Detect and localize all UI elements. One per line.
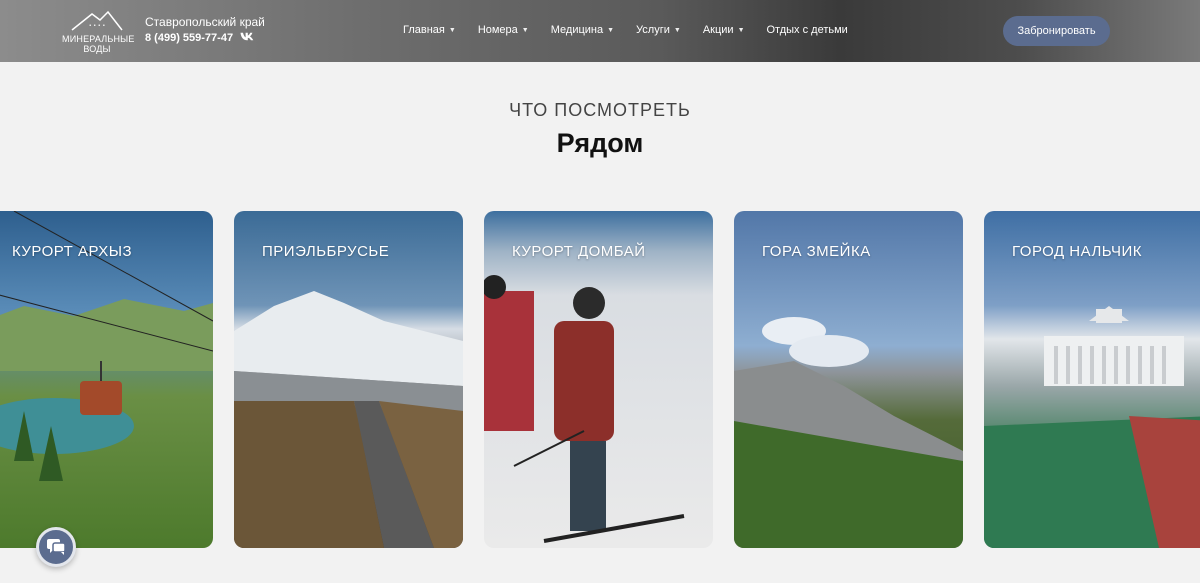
green-mountain-image xyxy=(734,317,963,548)
nav-label: Медицина xyxy=(550,24,604,36)
nav-label: Услуги xyxy=(636,24,670,36)
logo-line2: ВОДЫ xyxy=(83,44,111,54)
logo-line1: МИНЕРАЛЬНЫЕ xyxy=(62,34,135,44)
vk-icon[interactable] xyxy=(240,32,254,44)
chevron-down-icon: ▼ xyxy=(607,26,615,34)
chevron-down-icon: ▼ xyxy=(737,26,745,34)
chat-icon xyxy=(47,539,66,555)
snow-mountain-road-image xyxy=(234,291,463,548)
nav-label: Номера xyxy=(477,24,518,36)
site-header: • • • • МИНЕРАЛЬНЫЕ ВОДЫ Ставропольский … xyxy=(0,0,1200,62)
nav-item-rooms[interactable]: Номера ▼ xyxy=(478,24,529,36)
book-button[interactable]: Забронировать xyxy=(1003,16,1110,46)
chevron-down-icon: ▼ xyxy=(673,26,681,34)
nav-item-medicine[interactable]: Медицина ▼ xyxy=(551,24,614,36)
city-fountain-image xyxy=(984,306,1200,548)
card-arkhyz[interactable]: КУРОРТ АРХЫЗ xyxy=(0,211,213,548)
card-label: КУРОРТ АРХЫЗ xyxy=(12,243,133,260)
region-label: Ставропольский край xyxy=(145,15,265,29)
main-nav: Главная ▼ Номера ▼ Медицина ▼ Услуги ▼ Акции… xyxy=(403,24,870,36)
nav-item-services[interactable]: Услуги ▼ xyxy=(636,24,681,36)
card-elbrus[interactable]: ПРИЭЛЬБРУСЬЕ xyxy=(234,211,463,548)
card-nalchik[interactable]: ГОРОД НАЛЬЧИК xyxy=(984,211,1200,548)
logo[interactable]: • • • • МИНЕРАЛЬНЫЕ ВОДЫ xyxy=(62,8,135,54)
card-label: ПРИЭЛЬБРУСЬЕ xyxy=(262,243,390,260)
section-title: Рядом xyxy=(556,128,644,158)
card-label: ГОРОД НАЛЬЧИК xyxy=(1012,243,1142,260)
chevron-down-icon: ▼ xyxy=(448,26,456,34)
skiers-snow-image xyxy=(484,275,685,543)
nav-item-kids[interactable]: Отдых с детьми xyxy=(767,24,848,36)
card-zmeyka[interactable]: ГОРА ЗМЕЙКА xyxy=(734,211,963,548)
lake-cable-car-image xyxy=(0,211,213,481)
card-label: ГОРА ЗМЕЙКА xyxy=(762,243,871,260)
chevron-down-icon: ▼ xyxy=(521,26,529,34)
nav-label: Отдых с детьми xyxy=(766,24,848,36)
nav-label: Акции xyxy=(702,24,734,36)
phone-link[interactable]: 8 (499) 559-77-47 xyxy=(145,32,233,44)
section-subtitle: ЧТО ПОСМОТРЕТЬ xyxy=(509,100,691,120)
chat-button[interactable] xyxy=(36,527,76,567)
nav-item-home[interactable]: Главная ▼ xyxy=(403,24,456,36)
svg-text:• • • •: • • • • xyxy=(89,23,106,29)
card-label: КУРОРТ ДОМБАЙ xyxy=(512,243,646,260)
mountain-logo-icon: • • • • xyxy=(71,10,123,31)
nav-item-promotions[interactable]: Акции ▼ xyxy=(703,24,745,36)
card-dombay[interactable]: КУРОРТ ДОМБАЙ xyxy=(484,211,713,548)
logo-text: МИНЕРАЛЬНЫЕ ВОДЫ xyxy=(62,34,135,54)
nav-label: Главная xyxy=(403,24,445,36)
